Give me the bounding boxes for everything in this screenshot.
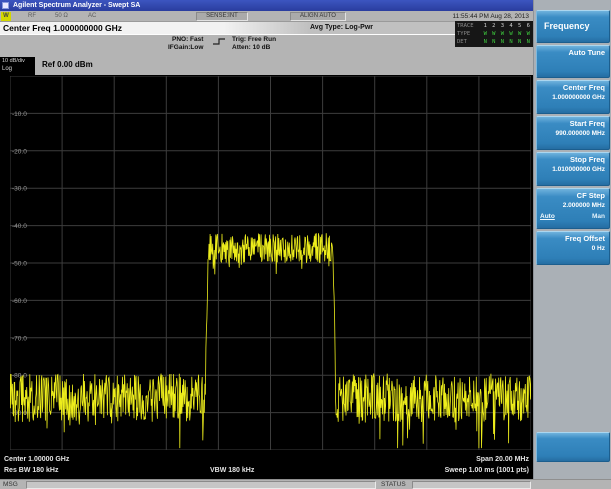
softkey-value: 1.000000000 GHz xyxy=(540,94,605,102)
avg-type-label: Avg Type: Log-Pwr xyxy=(310,24,373,31)
status-label: STATUS xyxy=(381,481,406,488)
det-row: DET N N N N N N xyxy=(457,38,531,46)
trace-row-label: TRACE xyxy=(457,22,474,30)
det-row-values: N N N N N N xyxy=(484,38,531,46)
trace-row: TRACE 1 2 3 4 5 6 xyxy=(457,22,531,30)
trig-label: Trig: Free Run xyxy=(232,36,276,43)
cf-step-auto-option[interactable]: Auto xyxy=(540,213,555,220)
type-row: TYPE W W W W W W xyxy=(457,30,531,38)
vbw-annotation: VBW 180 kHz xyxy=(210,467,254,474)
active-function-bar: Center Freq 1.000000000 GHz xyxy=(0,22,533,35)
window-title: Agilent Spectrum Analyzer - Swept SA xyxy=(13,2,140,9)
sweep-annotation: Sweep 1.00 ms (1001 pts) xyxy=(445,467,529,474)
scale-type-label: Log xyxy=(2,65,35,73)
y-axis-label: -40.0 xyxy=(12,223,27,230)
footer-bar: MSG STATUS xyxy=(0,479,611,489)
cf-step-man-option[interactable]: Man xyxy=(592,213,605,220)
title-bar: Agilent Spectrum Analyzer - Swept SA xyxy=(0,0,611,11)
uncal-indicator: W xyxy=(1,12,11,21)
status-field xyxy=(412,481,531,489)
y-axis-label: -10.0 xyxy=(12,111,27,118)
softkey-start-freq[interactable]: Start Freq 990.000000 MHz xyxy=(536,116,610,150)
y-axis-label: -20.0 xyxy=(12,148,27,155)
y-axis-label: -70.0 xyxy=(12,335,27,342)
softkey-value: 2.000000 MHz xyxy=(540,202,605,210)
sense-indicator: SENSE:INT xyxy=(196,12,248,21)
msg-field xyxy=(26,481,376,489)
datetime: 11:55:44 PM Aug 28, 2013 xyxy=(453,13,530,20)
det-row-label: DET xyxy=(457,38,467,46)
softkey-label: Freq Offset xyxy=(540,234,605,243)
softkey-label: Center Freq xyxy=(540,83,605,92)
ifgain-label: IFGain:Low xyxy=(168,44,203,51)
trace-row-values: 1 2 3 4 5 6 xyxy=(484,22,531,30)
menu-header: Frequency xyxy=(536,10,610,43)
scale-label: 10 dB/div xyxy=(2,58,35,65)
align-indicator: ALIGN AUTO xyxy=(290,12,346,21)
scale-box: 10 dB/div Log xyxy=(0,57,35,75)
softkey-freq-offset[interactable]: Freq Offset 0 Hz xyxy=(536,231,610,265)
coupling-indicator: AC xyxy=(88,13,96,19)
ref-level-label: Ref 0.00 dBm xyxy=(42,60,93,69)
resbw-annotation: Res BW 180 kHz xyxy=(4,467,58,474)
active-function-text: Center Freq 1.000000000 GHz xyxy=(3,23,122,33)
trace-table: TRACE 1 2 3 4 5 6 TYPE W W W W W W DET N… xyxy=(455,21,533,47)
softkey-label: Stop Freq xyxy=(540,155,605,164)
softkey-center-freq[interactable]: Center Freq 1.000000000 GHz xyxy=(536,80,610,114)
spectrum-plot: -10.0 -20.0 -30.0 -40.0 -50.0 -60.0 -70.0 -80.0… xyxy=(10,76,531,450)
softkey-value: 0 Hz xyxy=(540,245,605,253)
span-annotation: Span 20.00 MHz xyxy=(476,456,529,463)
type-row-values: W W W W W W xyxy=(484,30,531,38)
app-icon xyxy=(2,2,9,9)
trigger-icon xyxy=(212,37,227,46)
y-axis-label: -50.0 xyxy=(12,261,27,268)
softkey-blank xyxy=(536,432,610,462)
rf-indicator: RF xyxy=(28,13,36,19)
softkey-panel: Frequency Auto Tune Center Freq 1.000000… xyxy=(533,0,611,489)
status-bar: W RF 50 Ω AC SENSE:INT ALIGN AUTO 11:55:… xyxy=(0,11,533,22)
softkey-label: Auto Tune xyxy=(540,48,605,57)
softkey-value: 1.010000000 GHz xyxy=(540,166,605,174)
softkey-cf-step[interactable]: CF Step 2.000000 MHz Auto Man xyxy=(536,188,610,229)
softkey-value: 990.000000 MHz xyxy=(540,130,605,138)
msg-label: MSG xyxy=(3,481,18,488)
softkey-label: Start Freq xyxy=(540,119,605,128)
y-axis-label: -80.0 xyxy=(12,373,27,380)
softkey-stop-freq[interactable]: Stop Freq 1.010000000 GHz xyxy=(536,152,610,186)
impedance-indicator: 50 Ω xyxy=(55,13,68,19)
y-axis-label: -30.0 xyxy=(12,186,27,193)
pno-label: PNO: Fast xyxy=(172,36,203,43)
atten-label: Atten: 10 dB xyxy=(232,44,270,51)
y-axis-label: -60.0 xyxy=(12,298,27,305)
type-row-label: TYPE xyxy=(457,30,470,38)
center-annotation: Center 1.00000 GHz xyxy=(4,456,69,463)
spectrum-display: -10.0 -20.0 -30.0 -40.0 -50.0 -60.0 -70.0 -80.0… xyxy=(0,75,533,479)
cf-step-toggle: Auto Man xyxy=(540,213,605,220)
softkey-label: CF Step xyxy=(540,191,605,200)
softkey-auto-tune[interactable]: Auto Tune xyxy=(536,45,610,78)
